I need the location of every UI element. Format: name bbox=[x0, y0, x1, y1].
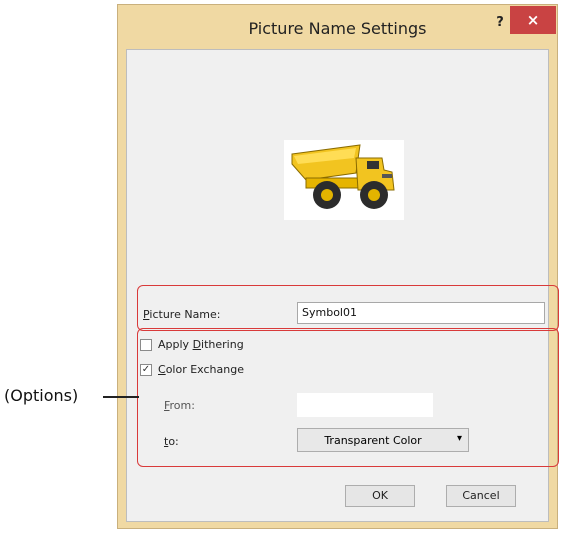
help-button[interactable]: ? bbox=[490, 13, 510, 33]
annotation-leader-line bbox=[103, 396, 139, 398]
dump-truck-icon bbox=[291, 144, 395, 209]
title-bar: Picture Name Settings ? × bbox=[118, 5, 557, 51]
options-annotation: (Options) bbox=[4, 386, 79, 405]
ok-button[interactable]: OK bbox=[345, 485, 415, 507]
cancel-button[interactable]: Cancel bbox=[446, 485, 516, 507]
options-highlight bbox=[137, 328, 559, 467]
close-button[interactable]: × bbox=[510, 6, 556, 34]
picture-name-highlight bbox=[137, 285, 559, 331]
picture-preview bbox=[284, 140, 404, 220]
